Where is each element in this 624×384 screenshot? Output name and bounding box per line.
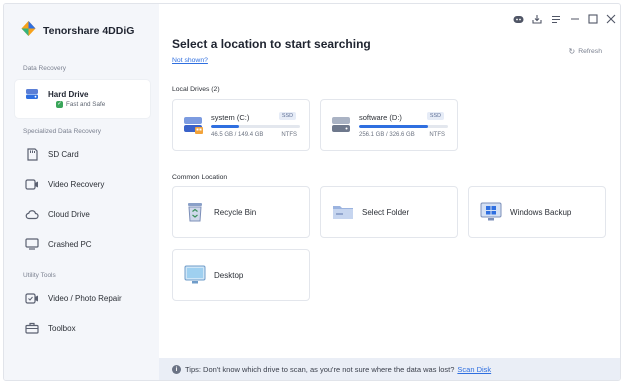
sidebar-item-video-recovery[interactable]: Video Recovery [15,169,150,199]
app-logo-icon [20,20,37,42]
feedback-icon[interactable] [511,12,525,26]
repair-icon [25,291,39,305]
windows-backup-icon [479,200,503,224]
page-title: Select a location to start searching [172,37,371,51]
location-label: Desktop [214,270,244,280]
refresh-icon: ↻ [568,47,576,56]
brand: Tenorshare 4DDiG [20,20,134,42]
scan-disk-link[interactable]: Scan Disk [457,365,491,374]
tips-text: Tips: Don't know which drive to scan, as… [185,364,455,374]
minimize-icon[interactable] [568,12,582,26]
tips-bar: i Tips: Don't know which drive to scan, … [159,358,620,380]
sidebar-item-crashed-pc[interactable]: Crashed PC [15,229,150,259]
sidebar-item-cloud-drive[interactable]: Cloud Drive [15,199,150,229]
info-icon: i [172,364,181,374]
section-specialized: Specialized Data Recovery [23,128,102,135]
sidebar-item-video-photo-repair[interactable]: Video / Photo Repair [15,283,150,313]
location-select-folder[interactable]: Select Folder [320,186,458,238]
sidebar-item-sd-card[interactable]: SD Card [15,139,150,169]
sidebar-item-label: Video Recovery [48,179,105,189]
main-panel: Select a location to start searching Not… [159,4,620,380]
video-icon [25,177,39,191]
common-location-label: Common Location [172,174,228,181]
desktop-icon [183,263,207,287]
location-desktop[interactable]: Desktop [172,249,310,301]
local-drives-label: Local Drives (2) [172,86,220,93]
drive-filesystem: NTFS [281,132,297,138]
folder-icon [331,200,355,224]
sidebar-item-hard-drive[interactable]: Hard Drive ✓ Fast and Safe [15,80,150,118]
menu-icon[interactable] [549,12,563,26]
drive-card-c[interactable]: system (C:) SSD 46.5 GB / 149.4 GB NTFS [172,99,310,151]
drive-name: system (C:) [211,113,250,122]
refresh-button[interactable]: ↻ Refresh [568,47,602,56]
location-label: Windows Backup [510,207,572,217]
section-data-recovery: Data Recovery [23,65,66,72]
drive-usage-bar [359,125,448,128]
drive-icon [183,115,205,140]
sidebar-item-label: Toolbox [48,323,76,333]
location-label: Select Folder [362,207,410,217]
sidebar-item-label: Cloud Drive [48,209,90,219]
sidebar: Tenorshare 4DDiG Data Recovery Hard Driv… [4,4,159,380]
monitor-icon [25,237,39,251]
drive-card-d[interactable]: software (D:) SSD 256.1 GB / 326.6 GB NT… [320,99,458,151]
ssd-badge: SSD [278,112,296,120]
sidebar-item-label: SD Card [48,149,79,159]
not-shown-link[interactable]: Not shown? [172,57,208,64]
app-window: Tenorshare 4DDiG Data Recovery Hard Driv… [3,3,621,381]
app-name: Tenorshare 4DDiG [43,25,135,37]
sd-card-icon [25,147,39,161]
sidebar-item-label: Video / Photo Repair [48,293,122,303]
close-icon[interactable] [604,12,618,26]
sidebar-item-label: Crashed PC [48,239,92,249]
cloud-icon [25,207,39,221]
drive-usage: 256.1 GB / 326.6 GB [359,132,415,138]
drive-filesystem: NTFS [429,132,445,138]
toolbox-icon [25,321,39,335]
drive-usage-bar [211,125,300,128]
download-icon[interactable] [530,12,544,26]
location-label: Recycle Bin [214,207,257,217]
section-utility-tools: Utility Tools [23,272,56,279]
check-icon: ✓ [56,101,63,108]
location-windows-backup[interactable]: Windows Backup [468,186,606,238]
drive-usage: 46.5 GB / 149.4 GB [211,132,264,138]
sidebar-item-label: Hard Drive [48,89,89,99]
hard-drive-icon [25,87,39,101]
sidebar-item-toolbox[interactable]: Toolbox [15,313,150,343]
ssd-badge: SSD [426,112,444,120]
recycle-bin-icon [183,200,207,224]
location-recycle-bin[interactable]: Recycle Bin [172,186,310,238]
maximize-icon[interactable] [586,12,600,26]
drive-name: software (D:) [359,113,402,122]
drive-icon [331,115,353,140]
hard-drive-status: ✓ Fast and Safe [56,101,106,108]
